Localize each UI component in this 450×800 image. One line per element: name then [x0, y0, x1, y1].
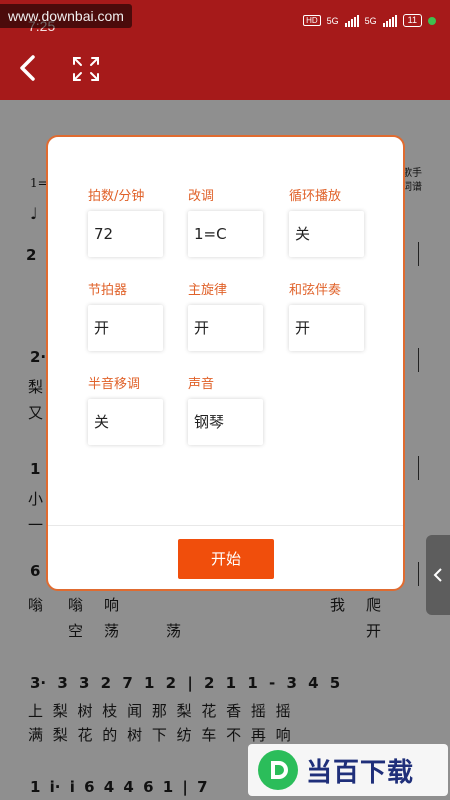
- logo: 当百下载: [248, 744, 448, 796]
- row3-lyric-a: 小: [28, 490, 44, 508]
- barline: [418, 456, 419, 480]
- sound-label: 声音: [188, 377, 215, 392]
- row4-lyric: 嗡: [68, 596, 84, 614]
- barline: [418, 562, 419, 586]
- row4-note: 6: [30, 562, 41, 580]
- battery-icon: 11: [402, 14, 422, 27]
- row3-note: 1: [30, 460, 41, 478]
- barline: [418, 348, 419, 372]
- network-label-2: 5G: [364, 15, 377, 26]
- start-button[interactable]: 开始: [178, 539, 274, 579]
- chord-field[interactable]: 开: [289, 305, 364, 351]
- status-dot-icon: [428, 16, 436, 25]
- metronome-label: 节拍器: [88, 283, 128, 298]
- transpose-label: 改调: [188, 189, 215, 204]
- row2-lyric-a: 梨: [28, 378, 44, 396]
- row5-lyrics-b: 满 梨 花 的 树 下 纺 车 不 再 响: [28, 726, 291, 744]
- loop-label: 循环播放: [289, 189, 342, 204]
- row5-notes: 3· 3 3 2 7 1 2 | 2 1 1 - 3 4 5: [30, 674, 341, 692]
- network-label-1: 5G: [326, 15, 339, 26]
- row6-notes: 1 i· i 6 4 4 6 1 | 7: [30, 778, 208, 796]
- tempo-field[interactable]: 72: [88, 211, 163, 257]
- row4-lyric: 开: [366, 622, 382, 640]
- tempo-note-icon: ♩: [30, 204, 38, 223]
- logo-text: 当百下载: [306, 757, 415, 788]
- fullscreen-button[interactable]: [72, 56, 100, 82]
- side-panel-tab[interactable]: [426, 535, 450, 615]
- row4-lyric: 爬: [366, 596, 382, 614]
- logo-mark-icon: [258, 750, 298, 790]
- playback-settings-dialog: 拍数/分钟 72 改调 1=C 循环播放 关 节拍器 开 主旋律 开 和弦伴奏 …: [46, 135, 405, 591]
- status-bar: HD 5G 5G 11: [303, 14, 436, 27]
- back-button[interactable]: [14, 54, 42, 82]
- watermark: www.downbai.com: [0, 4, 132, 28]
- score-right-label-2: 词谱: [402, 182, 422, 193]
- score-right-label-1: 歌手: [402, 168, 422, 179]
- row4-lyric: 我: [330, 596, 346, 614]
- row2-note: 2·: [30, 348, 47, 366]
- row2-lyric-b: 又: [28, 404, 44, 422]
- row4-lyric: 嗡: [28, 596, 44, 614]
- signal-icon: [344, 14, 359, 27]
- chevron-left-icon: [20, 55, 35, 81]
- hd-badge: HD: [303, 15, 321, 26]
- melody-label: 主旋律: [188, 283, 228, 298]
- row4-lyric: 荡: [104, 622, 120, 640]
- tempo-label: 拍数/分钟: [88, 189, 145, 204]
- row4-lyric: 响: [104, 596, 120, 614]
- row5-lyrics-a: 上 梨 树 枝 闻 那 梨 花 香 摇 摇: [28, 702, 291, 720]
- row1-note: 2: [26, 246, 37, 264]
- transpose-field[interactable]: 1=C: [188, 211, 263, 257]
- dialog-divider: [48, 525, 403, 526]
- semitone-label: 半音移调: [88, 377, 141, 392]
- row4-lyric: 荡: [166, 622, 182, 640]
- sound-field[interactable]: 钢琴: [188, 399, 263, 445]
- melody-field[interactable]: 开: [188, 305, 263, 351]
- chevron-left-icon: [433, 568, 442, 582]
- semitone-field[interactable]: 关: [88, 399, 163, 445]
- chord-label: 和弦伴奏: [289, 283, 342, 298]
- metronome-field[interactable]: 开: [88, 305, 163, 351]
- row3-lyric-b: 一: [28, 516, 44, 534]
- fullscreen-icon: [73, 57, 99, 81]
- barline: [418, 242, 419, 266]
- row4-lyric: 空: [68, 622, 84, 640]
- signal-icon-2: [382, 14, 397, 27]
- loop-field[interactable]: 关: [289, 211, 364, 257]
